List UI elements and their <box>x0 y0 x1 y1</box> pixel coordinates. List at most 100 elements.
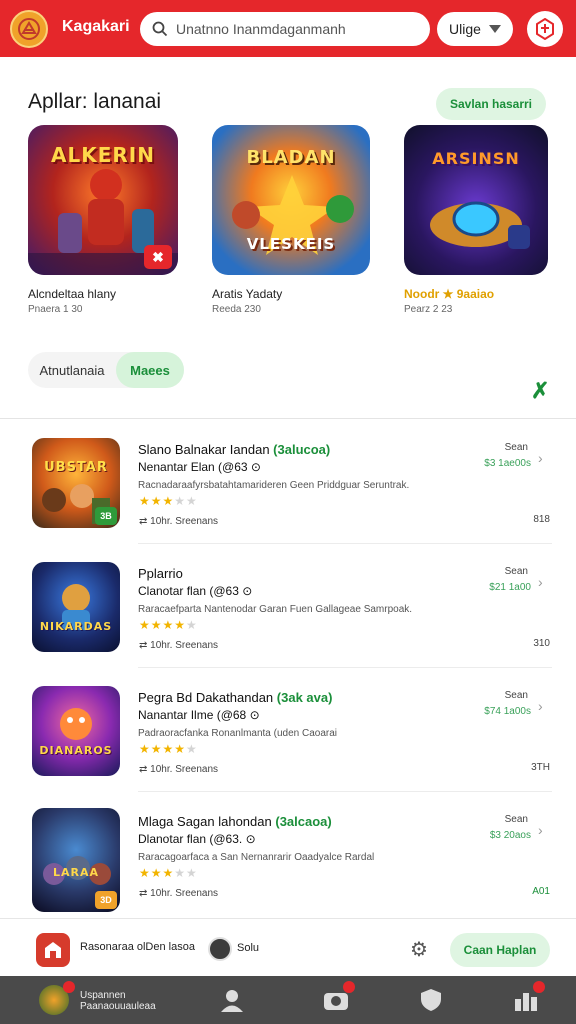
item-title: Slano Balnakar Iandan (3alucoa) <box>138 442 330 457</box>
game-thumbnail: UBSTAR 3B <box>32 438 120 528</box>
nav-profile[interactable] <box>38 981 75 1016</box>
user-name: Solu <box>237 942 260 954</box>
divider <box>0 418 576 419</box>
item-title-text: Slano Balnakar Iandan <box>138 442 270 457</box>
price-value: $3 20aos <box>489 830 531 841</box>
user-icon <box>221 990 243 1012</box>
item-description: Raracaefparta Nantenodar Garan Fuen Gall… <box>138 604 413 615</box>
item-count: 818 <box>533 514 550 525</box>
list-item[interactable]: NIKARDAS Pplarrio Clanotar flan (@63 ⊙ R… <box>0 546 576 668</box>
item-subtitle-text: Nanantar Ilme (@68 <box>138 708 247 722</box>
nav-account[interactable] <box>218 984 246 1016</box>
item-title: Pplarrio <box>138 566 183 581</box>
chevron-right-icon[interactable]: › <box>538 822 543 838</box>
featured-name: Alcndeltaa hlany <box>28 287 117 301</box>
item-meta-text: 10hr. Sreenans <box>150 888 218 899</box>
chevron-right-icon[interactable]: › <box>538 698 543 714</box>
row-divider <box>138 543 552 544</box>
item-title-text: Mlaga Sagan lahondan <box>138 814 272 829</box>
download-icon: ⇄ <box>139 640 148 651</box>
tab-all[interactable]: Atnutlanaia <box>28 352 116 388</box>
filter-icon[interactable]: ✗ <box>531 378 549 404</box>
logo-icon <box>18 18 40 40</box>
item-subtitle: Nanantar Ilme (@68 ⊙ <box>138 708 260 722</box>
notifications-button[interactable] <box>527 11 563 47</box>
featured-price: Pearz 2 23 <box>404 304 453 315</box>
item-meta-text: 10hr. Sreenans <box>150 764 218 775</box>
gear-icon[interactable]: ⚙ <box>410 937 428 962</box>
list-item[interactable]: LARAA 3D Mlaga Sagan lahondan (3alcaoa) … <box>0 794 576 916</box>
item-meta: ⇄ 10hr. Sreenans <box>139 764 218 775</box>
item-meta-text: 10hr. Sreenans <box>150 640 218 651</box>
age-badge: 3D <box>95 891 117 909</box>
view-all-button[interactable]: Savlan hasarri <box>436 88 546 120</box>
creature-icon <box>60 708 92 740</box>
avatar[interactable] <box>208 937 232 961</box>
tab-bar: Atnutlanaia Maees <box>28 352 184 388</box>
warrior-icon <box>62 584 90 630</box>
bell-icon <box>536 18 554 40</box>
item-subtitle: Dlanotar flan (@63. ⊙ <box>138 832 256 846</box>
featured-card[interactable]: ALKERIN ✖ Alcndeltaa hlany Pnaera 1 30 <box>28 125 186 315</box>
app-logo[interactable] <box>10 10 48 48</box>
cta-button[interactable]: Caan Haplan <box>450 933 550 967</box>
info-icon: ⊙ <box>250 460 261 474</box>
download-icon: ⇄ <box>139 888 148 899</box>
camera-icon <box>324 993 348 1010</box>
item-count: 3TH <box>531 762 550 773</box>
item-subtitle-text: Nenantar Elan (@63 <box>138 460 248 474</box>
thumbnail-title: DIANAROS <box>39 744 113 757</box>
item-description: Raracagoarfaca a San Nernanrarir Oaadyal… <box>138 852 375 863</box>
chevron-right-icon[interactable]: › <box>538 450 543 466</box>
item-tag: (3ak ava) <box>276 690 333 705</box>
item-subtitle: Nenantar Elan (@63 ⊙ <box>138 460 261 474</box>
item-tag: (3alucoa) <box>273 442 331 457</box>
store-button[interactable] <box>36 933 70 967</box>
nav-stats[interactable] <box>512 981 545 1016</box>
info-icon: ⊙ <box>242 584 253 598</box>
notification-badge <box>63 981 75 993</box>
star-rating: ★★★★★ <box>139 618 198 632</box>
notification-badge <box>343 981 355 993</box>
language-select[interactable]: Ulige <box>437 12 513 46</box>
item-description: Padraoracfanka Ronanlmanta (uden Caoarai <box>138 728 338 739</box>
list-item[interactable]: DIANAROS Pegra Bd Dakathandan (3ak ava) … <box>0 670 576 792</box>
tab-mass[interactable]: Maees <box>116 352 184 388</box>
featured-name: Noodr ★ 9aaiao <box>404 287 495 301</box>
info-icon: ⊙ <box>245 832 256 846</box>
price-label: Sean <box>504 690 528 701</box>
game-thumbnail: NIKARDAS <box>32 562 120 652</box>
item-meta-text: 10hr. Sreenans <box>150 516 218 527</box>
item-title: Pegra Bd Dakathandan (3ak ava) <box>138 690 332 705</box>
thumbnail-title: LARAA <box>52 866 100 879</box>
item-count: 310 <box>533 638 550 649</box>
item-meta: ⇄ 10hr. Sreenans <box>139 888 218 899</box>
info-icon: ⊙ <box>249 708 260 722</box>
item-subtitle-text: Dlanotar flan (@63. <box>138 832 243 846</box>
game-cover: ALKERIN ✖ <box>28 125 178 275</box>
nav-media[interactable] <box>322 981 355 1016</box>
spaceship-icon <box>430 201 530 249</box>
row-divider <box>138 791 552 792</box>
language-label: Ulige <box>449 21 481 37</box>
nav-security[interactable] <box>418 984 444 1016</box>
star-rating: ★★★★★ <box>139 866 198 880</box>
bottom-action-bar: Rasonaraa olDen lasoa Solu ⚙ Caan Haplan <box>0 918 576 976</box>
search-bar[interactable] <box>140 12 430 46</box>
age-badge: 3B <box>95 507 117 525</box>
search-input[interactable] <box>176 21 416 37</box>
featured-card[interactable]: BLADAN VLESKEIS Aratis Yadaty Reeda 230 <box>212 125 370 315</box>
item-description: Racnadaraafyrsbatahtamarideren Geen Prid… <box>138 480 410 491</box>
store-label: Rasonaraa olDen lasoa <box>80 941 195 953</box>
featured-name: Aratis Yadaty <box>212 287 283 301</box>
download-icon: ⇄ <box>139 516 148 527</box>
notification-badge <box>533 981 545 993</box>
list-item[interactable]: UBSTAR 3B Slano Balnakar Iandan (3alucoa… <box>0 422 576 544</box>
bar-chart-icon <box>515 993 537 1011</box>
featured-card[interactable]: ARSINSN Noodr ★ 9aaiao Pearz 2 23 <box>404 125 562 315</box>
brand-name: Kagakari <box>62 18 130 35</box>
item-tag: (3alcaoa) <box>275 814 332 829</box>
item-meta: ⇄ 10hr. Sreenans <box>139 640 218 651</box>
section-title: Apllar: lananai <box>28 90 162 113</box>
chevron-right-icon[interactable]: › <box>538 574 543 590</box>
